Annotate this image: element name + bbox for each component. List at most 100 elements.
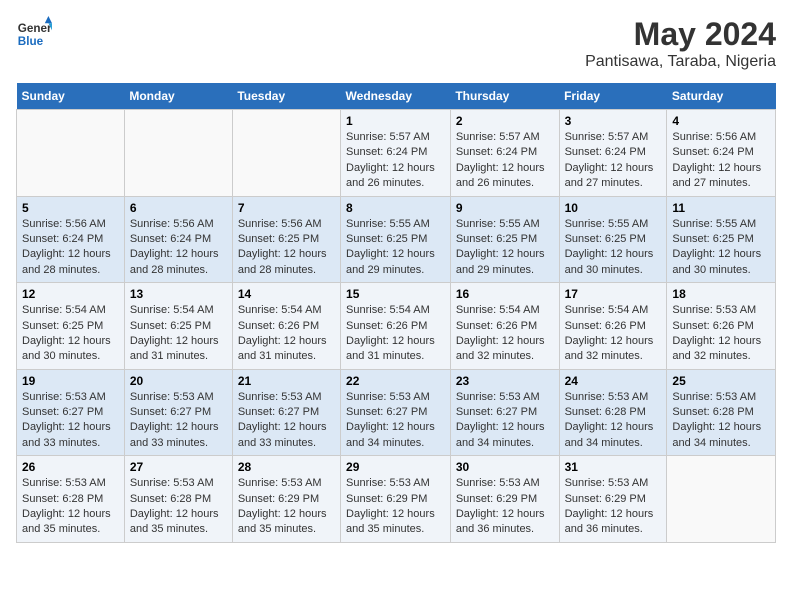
calendar-header-row: SundayMondayTuesdayWednesdayThursdayFrid…	[17, 83, 776, 110]
cell-info: Sunrise: 5:57 AMSunset: 6:24 PMDaylight:…	[456, 131, 545, 189]
cell-info: Sunrise: 5:57 AMSunset: 6:24 PMDaylight:…	[565, 131, 654, 189]
cell-info: Sunrise: 5:54 AMSunset: 6:25 PMDaylight:…	[130, 304, 219, 362]
calendar-cell	[667, 456, 776, 543]
day-number: 27	[130, 460, 227, 474]
svg-text:Blue: Blue	[18, 35, 44, 48]
calendar-cell: 10 Sunrise: 5:55 AMSunset: 6:25 PMDayligh…	[559, 196, 667, 283]
day-number: 10	[565, 201, 662, 215]
calendar-cell: 13 Sunrise: 5:54 AMSunset: 6:25 PMDayligh…	[124, 283, 232, 370]
cell-info: Sunrise: 5:53 AMSunset: 6:29 PMDaylight:…	[238, 477, 327, 535]
day-number: 25	[672, 374, 770, 388]
day-number: 18	[672, 287, 770, 301]
cell-info: Sunrise: 5:54 AMSunset: 6:26 PMDaylight:…	[456, 304, 545, 362]
cell-info: Sunrise: 5:53 AMSunset: 6:27 PMDaylight:…	[130, 391, 219, 449]
cell-info: Sunrise: 5:54 AMSunset: 6:26 PMDaylight:…	[565, 304, 654, 362]
day-number: 2	[456, 114, 554, 128]
svg-text:General: General	[18, 22, 52, 35]
cell-info: Sunrise: 5:56 AMSunset: 6:24 PMDaylight:…	[672, 131, 761, 189]
day-header-tuesday: Tuesday	[232, 83, 340, 110]
calendar-cell	[17, 110, 125, 197]
calendar-body: 1 Sunrise: 5:57 AMSunset: 6:24 PMDaylight…	[17, 110, 776, 543]
calendar-cell: 26Sunrise: 5:53 AMSunset: 6:28 PMDayligh…	[17, 456, 125, 543]
day-number: 6	[130, 201, 227, 215]
cell-info: Sunrise: 5:53 AMSunset: 6:29 PMDaylight:…	[456, 477, 545, 535]
cell-info: Sunrise: 5:53 AMSunset: 6:28 PMDaylight:…	[565, 391, 654, 449]
cell-info: Sunrise: 5:53 AMSunset: 6:27 PMDaylight:…	[456, 391, 545, 449]
day-number: 12	[22, 287, 119, 301]
day-number: 8	[346, 201, 445, 215]
calendar-week-row: 1 Sunrise: 5:57 AMSunset: 6:24 PMDaylight…	[17, 110, 776, 197]
cell-info: Sunrise: 5:55 AMSunset: 6:25 PMDaylight:…	[565, 218, 654, 276]
calendar-cell: 2 Sunrise: 5:57 AMSunset: 6:24 PMDaylight…	[450, 110, 559, 197]
calendar-cell: 31 Sunrise: 5:53 AMSunset: 6:29 PMDayligh…	[559, 456, 667, 543]
day-header-friday: Friday	[559, 83, 667, 110]
cell-info: Sunrise: 5:56 AMSunset: 6:25 PMDaylight:…	[238, 218, 327, 276]
page-subtitle: Pantisawa, Taraba, Nigeria	[585, 53, 776, 71]
cell-info: Sunrise: 5:53 AMSunset: 6:29 PMDaylight:…	[565, 477, 654, 535]
calendar-cell: 18Sunrise: 5:53 AMSunset: 6:26 PMDayligh…	[667, 283, 776, 370]
calendar-cell	[124, 110, 232, 197]
cell-info: Sunrise: 5:55 AMSunset: 6:25 PMDaylight:…	[346, 218, 435, 276]
day-number: 16	[456, 287, 554, 301]
day-number: 9	[456, 201, 554, 215]
calendar-week-row: 12 Sunrise: 5:54 AMSunset: 6:25 PMDayligh…	[17, 283, 776, 370]
day-number: 30	[456, 460, 554, 474]
header: General Blue May 2024 Pantisawa, Taraba,…	[16, 16, 776, 71]
calendar-cell: 22 Sunrise: 5:53 AMSunset: 6:27 PMDayligh…	[341, 369, 451, 456]
calendar-cell: 8 Sunrise: 5:55 AMSunset: 6:25 PMDaylight…	[341, 196, 451, 283]
cell-info: Sunrise: 5:57 AMSunset: 6:24 PMDaylight:…	[346, 131, 435, 189]
cell-info: Sunrise: 5:53 AMSunset: 6:29 PMDaylight:…	[346, 477, 435, 535]
calendar-week-row: 19Sunrise: 5:53 AMSunset: 6:27 PMDayligh…	[17, 369, 776, 456]
day-number: 31	[565, 460, 662, 474]
day-number: 13	[130, 287, 227, 301]
calendar-week-row: 26Sunrise: 5:53 AMSunset: 6:28 PMDayligh…	[17, 456, 776, 543]
day-number: 22	[346, 374, 445, 388]
day-number: 28	[238, 460, 335, 474]
logo-icon: General Blue	[16, 16, 52, 52]
day-number: 5	[22, 201, 119, 215]
day-number: 4	[672, 114, 770, 128]
day-number: 24	[565, 374, 662, 388]
day-number: 20	[130, 374, 227, 388]
cell-info: Sunrise: 5:53 AMSunset: 6:28 PMDaylight:…	[22, 477, 111, 535]
cell-info: Sunrise: 5:54 AMSunset: 6:25 PMDaylight:…	[22, 304, 111, 362]
calendar-table: SundayMondayTuesdayWednesdayThursdayFrid…	[16, 83, 776, 543]
day-number: 15	[346, 287, 445, 301]
day-number: 1	[346, 114, 445, 128]
page-title: May 2024	[585, 16, 776, 53]
title-area: May 2024 Pantisawa, Taraba, Nigeria	[585, 16, 776, 71]
calendar-cell: 4 Sunrise: 5:56 AMSunset: 6:24 PMDaylight…	[667, 110, 776, 197]
calendar-cell: 27Sunrise: 5:53 AMSunset: 6:28 PMDayligh…	[124, 456, 232, 543]
day-number: 17	[565, 287, 662, 301]
calendar-cell: 21 Sunrise: 5:53 AMSunset: 6:27 PMDayligh…	[232, 369, 340, 456]
calendar-cell: 24 Sunrise: 5:53 AMSunset: 6:28 PMDayligh…	[559, 369, 667, 456]
calendar-cell: 20 Sunrise: 5:53 AMSunset: 6:27 PMDayligh…	[124, 369, 232, 456]
calendar-cell: 29Sunrise: 5:53 AMSunset: 6:29 PMDayligh…	[341, 456, 451, 543]
day-number: 21	[238, 374, 335, 388]
cell-info: Sunrise: 5:53 AMSunset: 6:27 PMDaylight:…	[22, 391, 111, 449]
cell-info: Sunrise: 5:56 AMSunset: 6:24 PMDaylight:…	[130, 218, 219, 276]
day-number: 14	[238, 287, 335, 301]
calendar-cell: 15 Sunrise: 5:54 AMSunset: 6:26 PMDayligh…	[341, 283, 451, 370]
cell-info: Sunrise: 5:54 AMSunset: 6:26 PMDaylight:…	[238, 304, 327, 362]
cell-info: Sunrise: 5:54 AMSunset: 6:26 PMDaylight:…	[346, 304, 435, 362]
day-number: 23	[456, 374, 554, 388]
day-number: 11	[672, 201, 770, 215]
calendar-cell: 14 Sunrise: 5:54 AMSunset: 6:26 PMDayligh…	[232, 283, 340, 370]
cell-info: Sunrise: 5:53 AMSunset: 6:27 PMDaylight:…	[346, 391, 435, 449]
cell-info: Sunrise: 5:55 AMSunset: 6:25 PMDaylight:…	[456, 218, 545, 276]
cell-info: Sunrise: 5:53 AMSunset: 6:27 PMDaylight:…	[238, 391, 327, 449]
day-number: 7	[238, 201, 335, 215]
calendar-cell: 25Sunrise: 5:53 AMSunset: 6:28 PMDayligh…	[667, 369, 776, 456]
calendar-cell: 12 Sunrise: 5:54 AMSunset: 6:25 PMDayligh…	[17, 283, 125, 370]
calendar-cell: 5 Sunrise: 5:56 AMSunset: 6:24 PMDaylight…	[17, 196, 125, 283]
calendar-cell: 6 Sunrise: 5:56 AMSunset: 6:24 PMDaylight…	[124, 196, 232, 283]
cell-info: Sunrise: 5:56 AMSunset: 6:24 PMDaylight:…	[22, 218, 111, 276]
calendar-cell: 7 Sunrise: 5:56 AMSunset: 6:25 PMDaylight…	[232, 196, 340, 283]
calendar-cell: 17 Sunrise: 5:54 AMSunset: 6:26 PMDayligh…	[559, 283, 667, 370]
calendar-cell: 16 Sunrise: 5:54 AMSunset: 6:26 PMDayligh…	[450, 283, 559, 370]
day-header-wednesday: Wednesday	[341, 83, 451, 110]
calendar-cell: 3Sunrise: 5:57 AMSunset: 6:24 PMDaylight…	[559, 110, 667, 197]
calendar-cell: 9 Sunrise: 5:55 AMSunset: 6:25 PMDaylight…	[450, 196, 559, 283]
calendar-cell	[232, 110, 340, 197]
